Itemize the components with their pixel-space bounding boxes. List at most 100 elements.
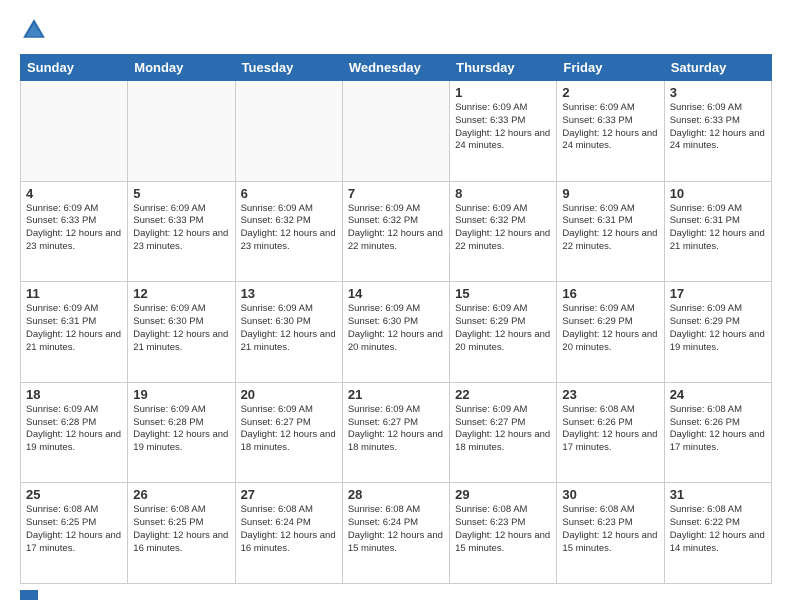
day-header-monday: Monday — [128, 55, 235, 81]
calendar-cell: 17 Sunrise: 6:09 AM Sunset: 6:29 PM Dayli… — [664, 282, 771, 383]
day-info: Sunrise: 6:08 AM Sunset: 6:26 PM Dayligh… — [562, 404, 658, 455]
day-info: Sunrise: 6:08 AM Sunset: 6:23 PM Dayligh… — [562, 504, 658, 555]
day-info: Sunrise: 6:09 AM Sunset: 6:33 PM Dayligh… — [455, 102, 551, 153]
day-number: 22 — [455, 387, 551, 402]
day-info: Sunrise: 6:09 AM Sunset: 6:30 PM Dayligh… — [241, 303, 337, 354]
calendar-cell: 8 Sunrise: 6:09 AM Sunset: 6:32 PM Daylig… — [450, 181, 557, 282]
day-number: 29 — [455, 487, 551, 502]
day-info: Sunrise: 6:09 AM Sunset: 6:27 PM Dayligh… — [241, 404, 337, 455]
day-header-tuesday: Tuesday — [235, 55, 342, 81]
day-header-thursday: Thursday — [450, 55, 557, 81]
day-number: 28 — [348, 487, 444, 502]
day-number: 2 — [562, 85, 658, 100]
day-info: Sunrise: 6:09 AM Sunset: 6:33 PM Dayligh… — [562, 102, 658, 153]
legend-bar — [20, 590, 38, 600]
calendar-cell: 26Sunrise: 6:08 AM Sunset: 6:25 PM Dayli… — [128, 483, 235, 584]
day-number: 17 — [670, 286, 766, 301]
calendar-cell: 25 Sunrise: 6:08 AM Sunset: 6:25 PM Dayli… — [21, 483, 128, 584]
calendar-cell: 4 Sunrise: 6:09 AM Sunset: 6:33 PM Daylig… — [21, 181, 128, 282]
calendar-cell: 22 Sunrise: 6:09 AM Sunset: 6:27 PM Dayli… — [450, 382, 557, 483]
day-number: 21 — [348, 387, 444, 402]
calendar-cell: 7 Sunrise: 6:09 AM Sunset: 6:32 PM Daylig… — [342, 181, 449, 282]
calendar-cell: 9Sunrise: 6:09 AM Sunset: 6:31 PM Daylig… — [557, 181, 664, 282]
day-info: Sunrise: 6:09 AM Sunset: 6:32 PM Dayligh… — [455, 203, 551, 254]
calendar-cell: 27Sunrise: 6:08 AM Sunset: 6:24 PM Dayli… — [235, 483, 342, 584]
calendar-cell: 2 Sunrise: 6:09 AM Sunset: 6:33 PM Daylig… — [557, 81, 664, 182]
day-number: 3 — [670, 85, 766, 100]
day-number: 10 — [670, 186, 766, 201]
day-number: 9 — [562, 186, 658, 201]
day-number: 1 — [455, 85, 551, 100]
calendar-cell: 23Sunrise: 6:08 AM Sunset: 6:26 PM Dayli… — [557, 382, 664, 483]
day-info: Sunrise: 6:08 AM Sunset: 6:22 PM Dayligh… — [670, 504, 766, 555]
calendar-cell: 3 Sunrise: 6:09 AM Sunset: 6:33 PM Daylig… — [664, 81, 771, 182]
page: SundayMondayTuesdayWednesdayThursdayFrid… — [0, 0, 792, 612]
calendar-cell: 30 Sunrise: 6:08 AM Sunset: 6:23 PM Dayli… — [557, 483, 664, 584]
day-number: 11 — [26, 286, 122, 301]
calendar-cell — [235, 81, 342, 182]
day-info: Sunrise: 6:08 AM Sunset: 6:25 PM Dayligh… — [26, 504, 122, 555]
day-info: Sunrise: 6:09 AM Sunset: 6:28 PM Dayligh… — [133, 404, 229, 455]
day-number: 20 — [241, 387, 337, 402]
day-number: 24 — [670, 387, 766, 402]
day-info: Sunrise: 6:08 AM Sunset: 6:24 PM Dayligh… — [241, 504, 337, 555]
day-info: Sunrise: 6:09 AM Sunset: 6:33 PM Dayligh… — [26, 203, 122, 254]
calendar-cell: 15 Sunrise: 6:09 AM Sunset: 6:29 PM Dayli… — [450, 282, 557, 383]
header — [20, 16, 772, 44]
day-info: Sunrise: 6:09 AM Sunset: 6:33 PM Dayligh… — [670, 102, 766, 153]
calendar-cell: 31 Sunrise: 6:08 AM Sunset: 6:22 PM Dayli… — [664, 483, 771, 584]
calendar-cell: 6Sunrise: 6:09 AM Sunset: 6:32 PM Daylig… — [235, 181, 342, 282]
day-number: 26 — [133, 487, 229, 502]
day-header-sunday: Sunday — [21, 55, 128, 81]
day-number: 8 — [455, 186, 551, 201]
calendar-cell: 29 Sunrise: 6:08 AM Sunset: 6:23 PM Dayli… — [450, 483, 557, 584]
calendar-header-row: SundayMondayTuesdayWednesdayThursdayFrid… — [21, 55, 772, 81]
calendar-cell: 16 Sunrise: 6:09 AM Sunset: 6:29 PM Dayli… — [557, 282, 664, 383]
calendar-week-2: 4 Sunrise: 6:09 AM Sunset: 6:33 PM Daylig… — [21, 181, 772, 282]
calendar-cell: 5Sunrise: 6:09 AM Sunset: 6:33 PM Daylig… — [128, 181, 235, 282]
day-number: 7 — [348, 186, 444, 201]
day-info: Sunrise: 6:09 AM Sunset: 6:30 PM Dayligh… — [133, 303, 229, 354]
day-number: 15 — [455, 286, 551, 301]
day-info: Sunrise: 6:09 AM Sunset: 6:29 PM Dayligh… — [670, 303, 766, 354]
day-number: 12 — [133, 286, 229, 301]
calendar-cell: 13Sunrise: 6:09 AM Sunset: 6:30 PM Dayli… — [235, 282, 342, 383]
calendar-cell: 10 Sunrise: 6:09 AM Sunset: 6:31 PM Dayli… — [664, 181, 771, 282]
calendar-cell — [21, 81, 128, 182]
day-number: 16 — [562, 286, 658, 301]
calendar-cell: 20 Sunrise: 6:09 AM Sunset: 6:27 PM Dayli… — [235, 382, 342, 483]
calendar-week-5: 25 Sunrise: 6:08 AM Sunset: 6:25 PM Dayli… — [21, 483, 772, 584]
calendar-week-3: 11 Sunrise: 6:09 AM Sunset: 6:31 PM Dayli… — [21, 282, 772, 383]
day-number: 5 — [133, 186, 229, 201]
day-number: 25 — [26, 487, 122, 502]
day-info: Sunrise: 6:09 AM Sunset: 6:31 PM Dayligh… — [670, 203, 766, 254]
day-number: 31 — [670, 487, 766, 502]
calendar-week-1: 1 Sunrise: 6:09 AM Sunset: 6:33 PM Daylig… — [21, 81, 772, 182]
day-info: Sunrise: 6:08 AM Sunset: 6:23 PM Dayligh… — [455, 504, 551, 555]
day-info: Sunrise: 6:09 AM Sunset: 6:27 PM Dayligh… — [348, 404, 444, 455]
day-info: Sunrise: 6:09 AM Sunset: 6:31 PM Dayligh… — [26, 303, 122, 354]
calendar-cell — [342, 81, 449, 182]
calendar-cell: 18Sunrise: 6:09 AM Sunset: 6:28 PM Dayli… — [21, 382, 128, 483]
calendar-cell: 1 Sunrise: 6:09 AM Sunset: 6:33 PM Daylig… — [450, 81, 557, 182]
calendar-cell: 21 Sunrise: 6:09 AM Sunset: 6:27 PM Dayli… — [342, 382, 449, 483]
calendar-cell: 24Sunrise: 6:08 AM Sunset: 6:26 PM Dayli… — [664, 382, 771, 483]
calendar-cell: 19Sunrise: 6:09 AM Sunset: 6:28 PM Dayli… — [128, 382, 235, 483]
day-number: 4 — [26, 186, 122, 201]
day-header-friday: Friday — [557, 55, 664, 81]
calendar-cell: 11 Sunrise: 6:09 AM Sunset: 6:31 PM Dayli… — [21, 282, 128, 383]
day-info: Sunrise: 6:09 AM Sunset: 6:27 PM Dayligh… — [455, 404, 551, 455]
calendar-cell: 28Sunrise: 6:08 AM Sunset: 6:24 PM Dayli… — [342, 483, 449, 584]
calendar-cell: 12 Sunrise: 6:09 AM Sunset: 6:30 PM Dayli… — [128, 282, 235, 383]
legend — [20, 590, 772, 600]
calendar-table: SundayMondayTuesdayWednesdayThursdayFrid… — [20, 54, 772, 584]
calendar-cell: 14Sunrise: 6:09 AM Sunset: 6:30 PM Dayli… — [342, 282, 449, 383]
day-info: Sunrise: 6:09 AM Sunset: 6:29 PM Dayligh… — [455, 303, 551, 354]
calendar-cell — [128, 81, 235, 182]
day-number: 30 — [562, 487, 658, 502]
day-number: 14 — [348, 286, 444, 301]
day-info: Sunrise: 6:09 AM Sunset: 6:29 PM Dayligh… — [562, 303, 658, 354]
day-info: Sunrise: 6:09 AM Sunset: 6:28 PM Dayligh… — [26, 404, 122, 455]
day-header-saturday: Saturday — [664, 55, 771, 81]
day-info: Sunrise: 6:09 AM Sunset: 6:32 PM Dayligh… — [348, 203, 444, 254]
